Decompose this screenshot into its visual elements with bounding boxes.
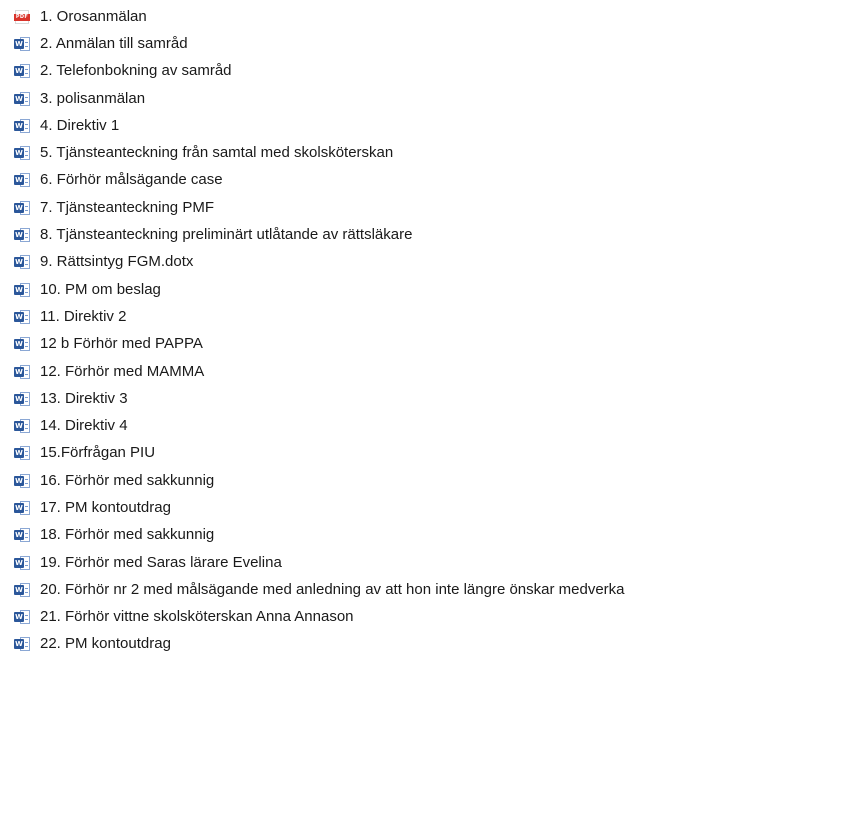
file-name: 19. Förhör med Saras lärare Evelina (40, 553, 282, 571)
file-item[interactable]: W 6. Förhör målsägande case (0, 167, 849, 194)
word-document-icon: W (14, 391, 30, 406)
file-name: 13. Direktiv 3 (40, 389, 128, 407)
word-document-icon: W (14, 419, 30, 434)
word-document-icon: W (14, 91, 30, 106)
file-name: 10. PM om beslag (40, 280, 161, 298)
file-name: 21. Förhör vittne skolsköterskan Anna An… (40, 608, 354, 626)
pdf-file-icon: PDF (14, 9, 30, 24)
file-name: 7. Tjänsteanteckning PMF (40, 198, 214, 216)
file-name: 18. Förhör med sakkunnig (40, 526, 215, 544)
word-document-icon: W (14, 173, 30, 188)
file-item[interactable]: W 13. Direktiv 3 (0, 385, 849, 412)
file-item[interactable]: W 2. Anmälan till samråd (0, 30, 849, 57)
word-document-icon: W (14, 200, 30, 215)
word-document-icon: W (14, 528, 30, 543)
word-document-icon: W (14, 337, 30, 352)
file-list: PDF 1. Orosanmälan W 2. Anmälan till samråd… (0, 0, 849, 658)
file-name: 2. Anmälan till samråd (40, 34, 188, 52)
file-item[interactable]: W 21. Förhör vittne skolsköterskan Anna A… (0, 604, 849, 631)
word-document-icon: W (14, 610, 30, 625)
file-name: 2. Telefonbokning av samråd (40, 62, 232, 80)
word-document-icon: W (14, 146, 30, 161)
word-document-icon: W (14, 309, 30, 324)
word-document-icon: W (14, 446, 30, 461)
file-item[interactable]: W 9. Rättsintyg FGM.dotx (0, 249, 849, 276)
word-document-icon: W (14, 282, 30, 297)
file-item[interactable]: W 4. Direktiv 1 (0, 112, 849, 139)
file-name: 14. Direktiv 4 (40, 417, 128, 435)
file-item[interactable]: W 22. PM kontoutdrag (0, 631, 849, 658)
file-name: 11. Direktiv 2 (40, 307, 127, 325)
file-name: 17. PM kontoutdrag (40, 498, 171, 516)
file-item[interactable]: W 19. Förhör med Saras lärare Evelina (0, 549, 849, 576)
word-document-icon: W (14, 36, 30, 51)
file-name: 22. PM kontoutdrag (40, 635, 171, 653)
file-item[interactable]: W 18. Förhör med sakkunnig (0, 522, 849, 549)
word-document-icon: W (14, 473, 30, 488)
file-name: 1. Orosanmälan (40, 7, 147, 25)
file-name: 5. Tjänsteanteckning från samtal med sko… (40, 144, 394, 162)
file-item[interactable]: W 12 b Förhör med PAPPA (0, 331, 849, 358)
file-item[interactable]: W 14. Direktiv 4 (0, 412, 849, 439)
file-item[interactable]: W 17. PM kontoutdrag (0, 494, 849, 521)
file-item[interactable]: W 3. polisanmälan (0, 85, 849, 112)
word-document-icon: W (14, 364, 30, 379)
file-name: 3. polisanmälan (40, 89, 146, 107)
file-name: 8. Tjänsteanteckning preliminärt utlåtan… (40, 226, 413, 244)
file-item[interactable]: W 8. Tjänsteanteckning preliminärt utlåta… (0, 221, 849, 248)
word-document-icon: W (14, 500, 30, 515)
file-item[interactable]: PDF 1. Orosanmälan (0, 3, 849, 30)
file-name: 4. Direktiv 1 (40, 116, 120, 134)
file-item[interactable]: W 20. Förhör nr 2 med målsägande med anle… (0, 576, 849, 603)
file-name: 12. Förhör med MAMMA (40, 362, 205, 380)
file-item[interactable]: W 2. Telefonbokning av samråd (0, 58, 849, 85)
word-document-icon: W (14, 637, 30, 652)
file-item[interactable]: W 7. Tjänsteanteckning PMF (0, 194, 849, 221)
file-name: 9. Rättsintyg FGM.dotx (40, 253, 194, 271)
file-name: 16. Förhör med sakkunnig (40, 471, 215, 489)
file-name: 20. Förhör nr 2 med målsägande med anled… (40, 580, 625, 598)
file-item[interactable]: W 5. Tjänsteanteckning från samtal med sk… (0, 139, 849, 166)
word-document-icon: W (14, 64, 30, 79)
word-document-icon: W (14, 555, 30, 570)
file-item[interactable]: W 10. PM om beslag (0, 276, 849, 303)
file-item[interactable]: W 11. Direktiv 2 (0, 303, 849, 330)
file-name: 6. Förhör målsägande case (40, 171, 223, 189)
word-document-icon: W (14, 228, 30, 243)
file-item[interactable]: W 16. Förhör med sakkunnig (0, 467, 849, 494)
word-document-icon: W (14, 582, 30, 597)
file-name: 15.Förfrågan PIU (40, 444, 156, 462)
file-item[interactable]: W 12. Förhör med MAMMA (0, 358, 849, 385)
word-document-icon: W (14, 118, 30, 133)
file-name: 12 b Förhör med PAPPA (40, 335, 203, 353)
file-item[interactable]: W 15.Förfrågan PIU (0, 440, 849, 467)
word-document-icon: W (14, 255, 30, 270)
